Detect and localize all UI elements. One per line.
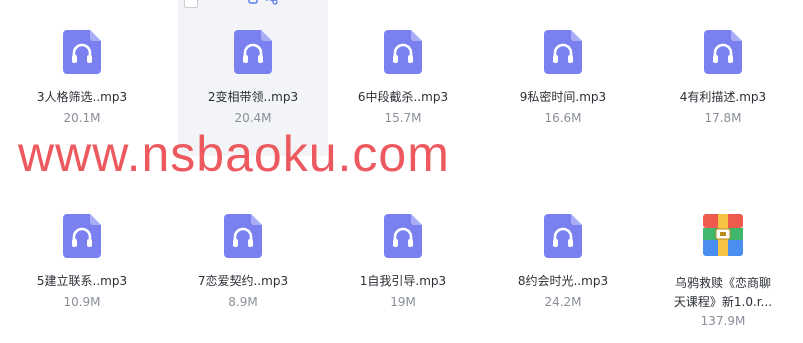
file-size: 24.2M bbox=[544, 295, 582, 309]
file-size: 137.9M bbox=[700, 314, 746, 328]
share-icon[interactable] bbox=[264, 0, 278, 5]
file-name: 6中段截杀..mp3 bbox=[357, 90, 449, 104]
file-name: 4有利描述.mp3 bbox=[679, 90, 767, 104]
audio-file-icon bbox=[63, 214, 101, 258]
file-name: 7恋爱契约..mp3 bbox=[197, 274, 289, 288]
file-name: 5建立联系..mp3 bbox=[36, 274, 128, 288]
audio-file-icon bbox=[704, 30, 742, 74]
audio-file-icon bbox=[544, 214, 582, 258]
audio-file-icon bbox=[224, 214, 262, 258]
audio-file-icon bbox=[384, 214, 422, 258]
file-name-line: 天课程》新1.0.r... bbox=[673, 295, 773, 309]
file-name: 1自我引导.mp3 bbox=[359, 274, 447, 288]
file-name: 3人格筛选..mp3 bbox=[36, 90, 128, 104]
file-name: 2变相带领..mp3 bbox=[207, 90, 299, 104]
copy-icon[interactable] bbox=[246, 0, 260, 4]
file-size: 19M bbox=[390, 295, 416, 309]
file-size: 17.8M bbox=[704, 111, 742, 125]
file-size: 8.9M bbox=[228, 295, 258, 309]
file-tile[interactable]: 8约会时光..mp3 24.2M bbox=[488, 190, 638, 340]
audio-file-icon bbox=[544, 30, 582, 74]
watermark-text: www.nsbaoku.com bbox=[18, 126, 450, 182]
file-tile[interactable]: 乌鸦救赎《恋商聊 天课程》新1.0.r... 137.9M bbox=[648, 190, 798, 340]
file-name: 9私密时间.mp3 bbox=[519, 90, 607, 104]
file-name-line: 乌鸦救赎《恋商聊 bbox=[674, 276, 771, 290]
file-size: 10.9M bbox=[63, 295, 101, 309]
audio-file-icon bbox=[234, 30, 272, 74]
more-icon[interactable] bbox=[282, 0, 296, 4]
file-name: 乌鸦救赎《恋商聊 天课程》新1.0.r... bbox=[648, 274, 798, 312]
audio-file-icon bbox=[63, 30, 101, 74]
audio-file-icon bbox=[384, 30, 422, 74]
select-checkbox[interactable] bbox=[184, 0, 198, 8]
file-tile[interactable]: 5建立联系..mp3 10.9M bbox=[7, 190, 157, 340]
archive-file-icon bbox=[703, 214, 743, 256]
file-size: 16.6M bbox=[544, 111, 582, 125]
file-tile[interactable]: 1自我引导.mp3 19M bbox=[328, 190, 478, 340]
file-tile[interactable]: 7恋爱契约..mp3 8.9M bbox=[168, 190, 318, 340]
file-name: 8约会时光..mp3 bbox=[517, 274, 609, 288]
file-tile[interactable]: 9私密时间.mp3 16.6M bbox=[488, 6, 638, 156]
file-tile[interactable]: 4有利描述.mp3 17.8M bbox=[648, 6, 798, 156]
